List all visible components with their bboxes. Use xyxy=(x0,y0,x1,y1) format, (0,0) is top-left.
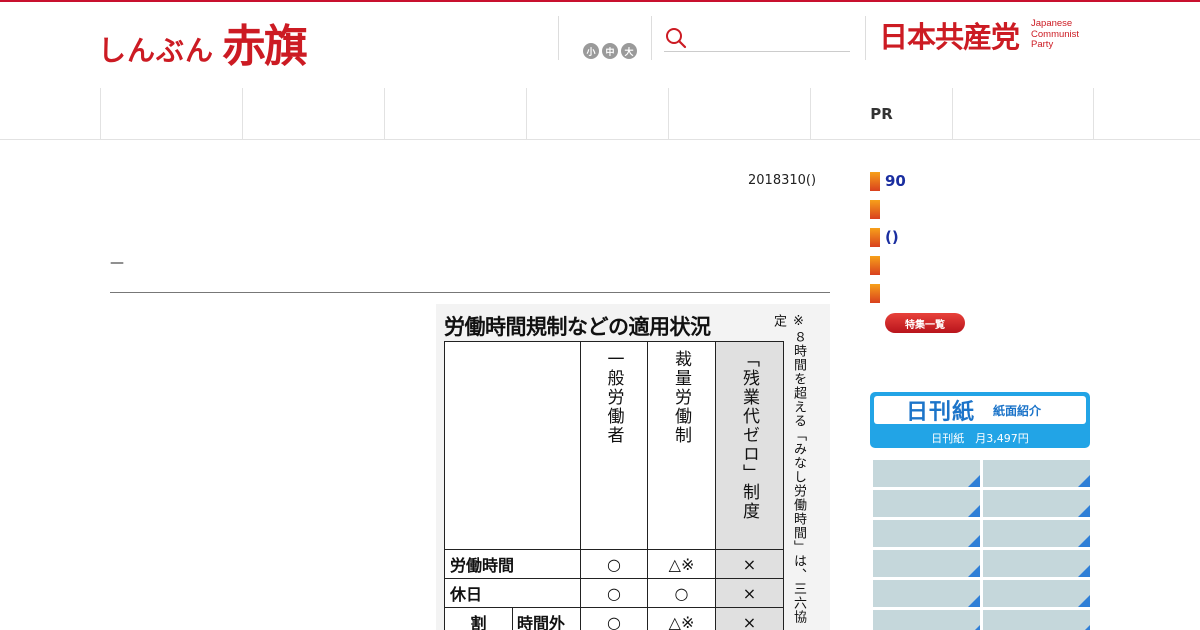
table-cell: × xyxy=(715,578,784,608)
shimbun-akahata-logo[interactable]: しんぶん 赤旗 xyxy=(98,10,308,74)
orange-bar-icon xyxy=(870,171,880,191)
figure-title: 労働時間規制などの適用状況 xyxy=(444,315,711,339)
row-label: 労働時間 xyxy=(444,549,581,579)
banner-price: 日刊紙 月3,497円 xyxy=(931,432,1029,445)
table-cell: ○ xyxy=(580,578,648,608)
sidebar-tile[interactable] xyxy=(873,520,980,547)
font-size-switcher: 小 中 大 xyxy=(583,43,637,59)
header-divider xyxy=(651,16,652,60)
search-input[interactable] xyxy=(694,25,844,50)
jcp-logo-english: Japanese Communist Party xyxy=(1031,19,1079,51)
table-cell: △※ xyxy=(647,549,716,579)
logo-big-text: 赤旗 xyxy=(222,21,308,72)
jcp-logo[interactable]: 日本共産党 Japanese Communist Party xyxy=(879,14,1079,56)
table-row: 休日 ○ ○ × xyxy=(444,578,784,608)
sidebar-item-label: () xyxy=(885,228,899,246)
row-label: 割 xyxy=(444,607,513,630)
feature-list-button[interactable]: 特集一覧 xyxy=(885,313,965,333)
sidebar-tile-grid xyxy=(873,460,1090,630)
header-divider xyxy=(558,16,559,60)
sidebar-tile[interactable] xyxy=(983,520,1090,547)
nav-item-pr[interactable]: PR xyxy=(810,88,952,139)
sidebar-tile[interactable] xyxy=(983,490,1090,517)
table-row: 割 時間外 ○ △※ × xyxy=(444,607,784,630)
nav-item-4[interactable] xyxy=(526,88,668,139)
nav-item-3[interactable] xyxy=(384,88,526,139)
sidebar-tile[interactable] xyxy=(873,580,980,607)
table-cell: × xyxy=(715,549,784,579)
table-header-empty xyxy=(444,341,581,550)
nav-divider xyxy=(0,139,1200,140)
column-label-discretionary: 裁量労働制 xyxy=(671,350,691,445)
nav-item-2[interactable] xyxy=(242,88,384,139)
banner-title: 日刊紙 xyxy=(906,400,976,425)
orange-bar-icon xyxy=(870,255,880,275)
table-cell: ○ xyxy=(580,549,648,579)
table-cell: ○ xyxy=(647,578,716,608)
search-icon[interactable] xyxy=(664,26,688,50)
nav-item-7[interactable] xyxy=(952,88,1094,139)
table-cell: △※ xyxy=(647,607,716,630)
sidebar-tile[interactable] xyxy=(873,550,980,577)
sidebar-feature-list: 90 () xyxy=(870,171,906,311)
sidebar-tile[interactable] xyxy=(873,490,980,517)
logo-small-text: しんぶん xyxy=(98,34,215,67)
orange-bar-icon xyxy=(870,199,880,219)
header-divider xyxy=(865,16,866,60)
table-cell: × xyxy=(715,607,784,630)
search-box xyxy=(664,24,850,52)
article-figure: 労働時間規制などの適用状況 一般労働者 裁量労働制 「残業代ゼロ」制度 労働時間… xyxy=(436,304,830,630)
font-size-large-button[interactable]: 大 xyxy=(621,43,637,59)
article-headline: — xyxy=(110,255,124,271)
sidebar-item[interactable] xyxy=(870,283,906,303)
sidebar-item[interactable]: () xyxy=(870,227,906,247)
daily-paper-banner[interactable]: 日刊紙 紙面紹介 日刊紙 月3,497円 xyxy=(870,392,1090,448)
sidebar-tile[interactable] xyxy=(873,460,980,487)
font-size-small-button[interactable]: 小 xyxy=(583,43,599,59)
article-date: 2018310() xyxy=(748,173,817,188)
sidebar-item[interactable] xyxy=(870,199,906,219)
table-header-cell: 「残業代ゼロ」制度 xyxy=(715,341,784,550)
sidebar-tile[interactable] xyxy=(983,580,1090,607)
article-divider xyxy=(110,292,830,293)
top-accent-line xyxy=(0,0,1200,2)
sidebar-tile[interactable] xyxy=(983,460,1090,487)
nav-item-5[interactable] xyxy=(668,88,810,139)
orange-bar-icon xyxy=(870,227,880,247)
orange-bar-icon xyxy=(870,283,880,303)
jcp-logo-japanese: 日本共産党 xyxy=(879,20,1020,54)
figure-note: ※８時間を超える「みなし労働時間」は、三六協定 xyxy=(771,314,806,624)
sidebar-item[interactable]: 90 xyxy=(870,171,906,191)
main-nav: PR xyxy=(100,88,1094,139)
sidebar-tile[interactable] xyxy=(983,610,1090,630)
sidebar-item[interactable] xyxy=(870,255,906,275)
row-label: 休日 xyxy=(444,578,581,608)
banner-subtitle: 紙面紹介 xyxy=(993,403,1042,418)
sidebar-item-label: 90 xyxy=(885,172,906,190)
jcp-en-line: Party xyxy=(1031,39,1054,51)
table-header-cell: 裁量労働制 xyxy=(647,341,716,550)
sidebar-tile[interactable] xyxy=(983,550,1090,577)
table-cell: ○ xyxy=(580,607,648,630)
table-row: 労働時間 ○ △※ × xyxy=(444,549,784,579)
table-header-cell: 一般労働者 xyxy=(580,341,648,550)
sidebar-tile[interactable] xyxy=(873,610,980,630)
row-sublabel: 時間外 xyxy=(512,607,581,630)
column-label-general: 一般労働者 xyxy=(603,350,624,445)
font-size-medium-button[interactable]: 中 xyxy=(602,43,618,59)
figure-table: 一般労働者 裁量労働制 「残業代ゼロ」制度 労働時間 ○ △※ × 休日 ○ ○… xyxy=(444,341,784,630)
column-label-zero-overtime: 「残業代ゼロ」制度 xyxy=(739,350,759,521)
nav-item-1[interactable] xyxy=(100,88,242,139)
banner-header: 日刊紙 紙面紹介 xyxy=(874,396,1086,425)
